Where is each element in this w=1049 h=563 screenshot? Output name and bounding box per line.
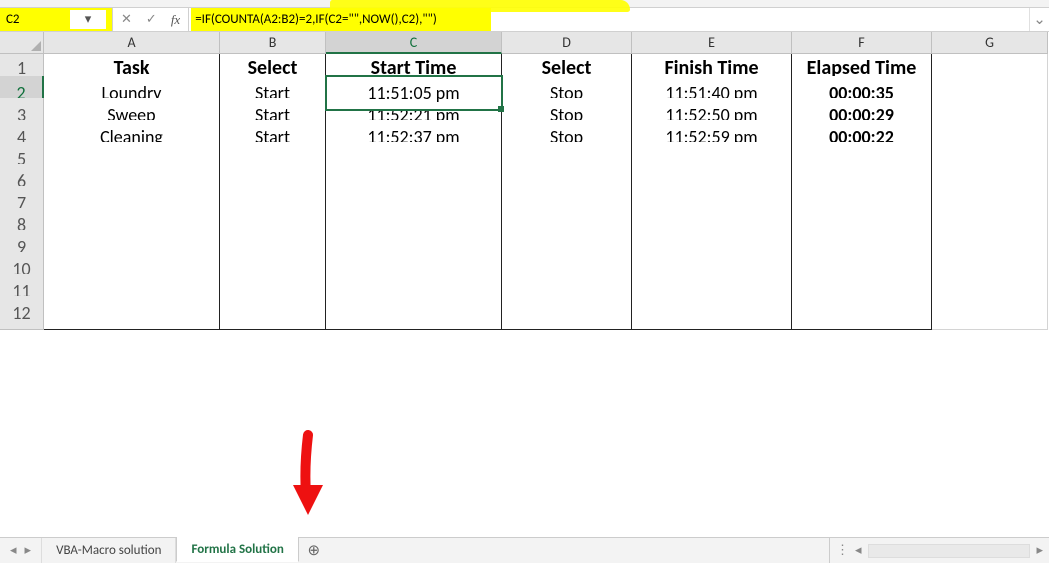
cell-G12[interactable] bbox=[932, 296, 1048, 330]
cell-C2[interactable]: 11:51:05 pm bbox=[326, 76, 502, 110]
formula-text: =IF(COUNTA(A2:B2)=2,IF(C2="",NOW(),C2),"… bbox=[195, 12, 437, 27]
row-header-12[interactable]: 12 bbox=[0, 296, 44, 330]
name-box-dropdown-icon[interactable]: ▾ bbox=[70, 10, 106, 29]
column-header-D[interactable]: D bbox=[502, 32, 632, 54]
cancel-button[interactable]: ✕ bbox=[121, 12, 132, 27]
column-header-C[interactable]: C bbox=[326, 32, 502, 54]
highlight-annotation-top bbox=[330, 0, 630, 12]
cell-D12[interactable] bbox=[502, 296, 632, 330]
add-sheet-button[interactable]: ⊕ bbox=[299, 538, 329, 563]
sheet-tab-strip: ◂ ▸ VBA-Macro solutionFormula Solution ⊕… bbox=[0, 537, 1049, 563]
column-header-A[interactable]: A bbox=[44, 32, 220, 54]
horizontal-scrollbar[interactable]: ⋮ ◂ ▸ bbox=[829, 538, 1049, 563]
spreadsheet-grid[interactable]: ABCDEFG1TaskSelectStart TimeSelectFinish… bbox=[0, 32, 1049, 318]
formula-bar-buttons: ✕ ✓ fx bbox=[113, 8, 188, 31]
tab-next-icon[interactable]: ▸ bbox=[25, 543, 32, 558]
column-header-E[interactable]: E bbox=[632, 32, 792, 54]
tab-nav: ◂ ▸ bbox=[0, 538, 42, 563]
tab-prev-icon[interactable]: ◂ bbox=[10, 543, 17, 558]
cell-B12[interactable] bbox=[220, 296, 326, 330]
column-header-G[interactable]: G bbox=[932, 32, 1048, 54]
sheet-tab-vba-macro-solution[interactable]: VBA-Macro solution bbox=[42, 538, 176, 563]
formula-bar-expand-icon[interactable]: ⌄ bbox=[1029, 8, 1049, 31]
scrollbar-track[interactable] bbox=[868, 544, 1031, 558]
scroll-left-icon[interactable]: ◂ bbox=[855, 543, 862, 558]
cell-A12[interactable] bbox=[44, 296, 220, 330]
column-header-B[interactable]: B bbox=[220, 32, 326, 54]
hscroll-sep-icon: ⋮ bbox=[836, 543, 849, 558]
scroll-right-icon[interactable]: ▸ bbox=[1036, 543, 1043, 558]
arrow-annotation bbox=[288, 430, 328, 520]
name-box-value: C2 bbox=[6, 12, 20, 27]
cell-F12[interactable] bbox=[792, 296, 932, 330]
name-box[interactable]: C2 ▾ bbox=[0, 8, 112, 31]
sheet-tab-formula-solution[interactable]: Formula Solution bbox=[176, 537, 298, 562]
cell-E12[interactable] bbox=[632, 296, 792, 330]
confirm-button[interactable]: ✓ bbox=[146, 12, 157, 27]
select-all-corner[interactable] bbox=[0, 32, 44, 54]
column-header-F[interactable]: F bbox=[792, 32, 932, 54]
cell-C12[interactable] bbox=[326, 296, 502, 330]
fx-icon[interactable]: fx bbox=[171, 12, 180, 28]
